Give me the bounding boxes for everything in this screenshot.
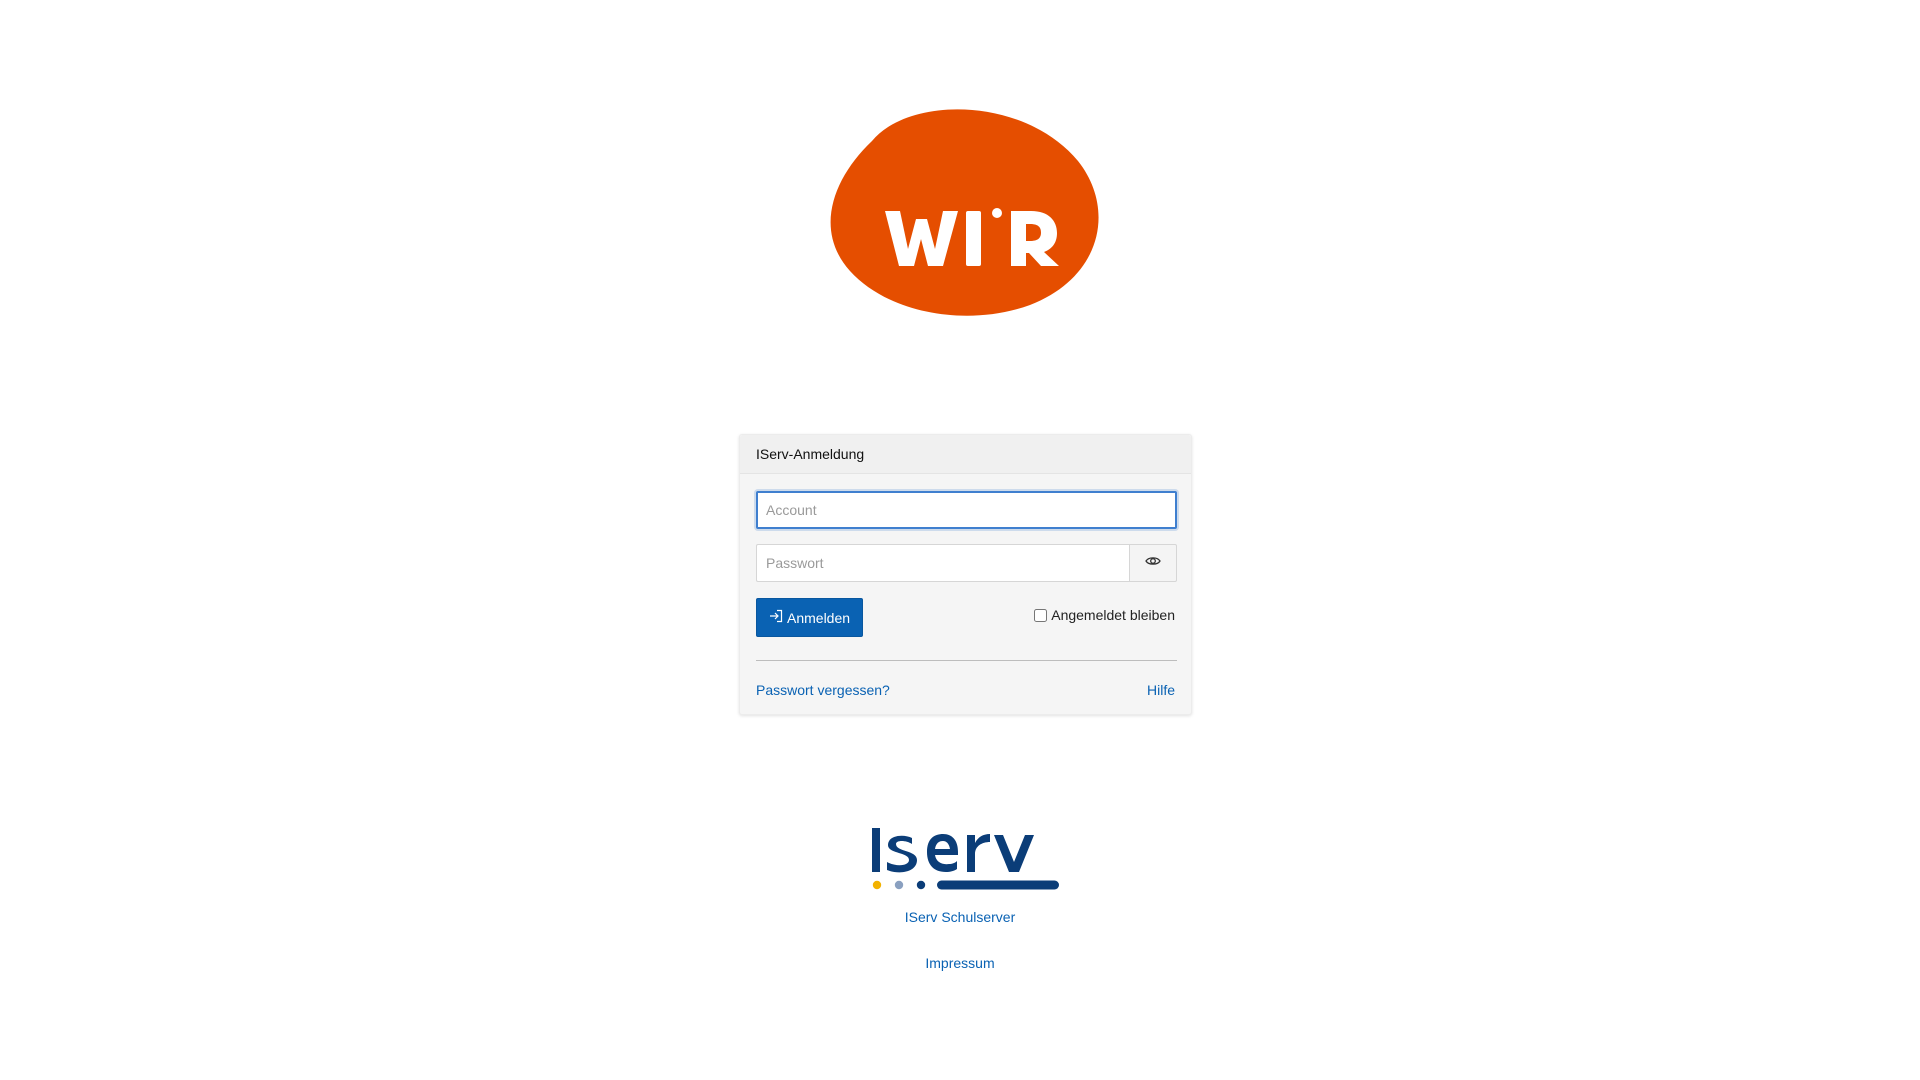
remember-me-checkbox[interactable] xyxy=(1034,608,1048,622)
remember-me[interactable]: Angemeldet bleiben xyxy=(1034,607,1175,623)
account-input[interactable] xyxy=(756,491,1177,529)
login-panel-title: IServ-Anmeldung xyxy=(740,435,1191,474)
show-password-button[interactable] xyxy=(1129,544,1177,582)
login-arrow-icon xyxy=(769,609,783,626)
login-page: IServ-Anmeldung Anm xyxy=(0,0,1920,1080)
forgot-password-link[interactable]: Passwort vergessen? xyxy=(756,682,890,698)
help-link[interactable]: Hilfe xyxy=(1147,682,1175,698)
eye-icon xyxy=(1145,554,1161,572)
iserv-schulserver-link[interactable]: IServ Schulserver xyxy=(0,909,1920,925)
login-button-label: Anmelden xyxy=(787,609,851,626)
login-button[interactable]: Anmelden xyxy=(756,598,864,637)
password-input[interactable] xyxy=(756,544,1129,582)
iserv-logo xyxy=(872,822,1059,892)
school-logo-image xyxy=(830,109,1099,316)
iserv-logo-image xyxy=(872,828,1059,890)
school-logo xyxy=(820,101,1105,317)
login-panel: IServ-Anmeldung Anm xyxy=(739,434,1192,715)
form-divider xyxy=(756,660,1177,661)
remember-me-label: Angemeldet bleiben xyxy=(1051,607,1175,623)
impressum-link[interactable]: Impressum xyxy=(0,955,1920,971)
